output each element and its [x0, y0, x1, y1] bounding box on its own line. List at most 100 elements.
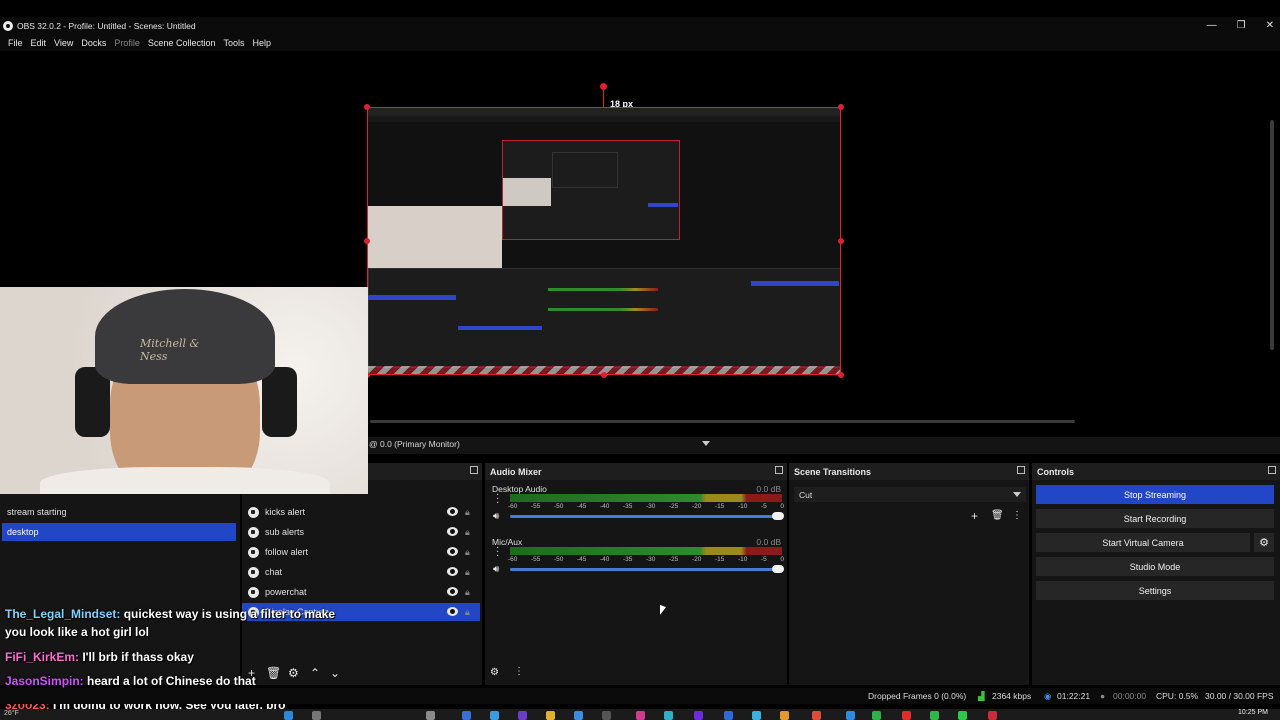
- resize-handle-left[interactable]: [364, 238, 370, 244]
- menu-docks[interactable]: Docks: [77, 38, 110, 48]
- app-icon[interactable]: [518, 711, 527, 720]
- source-row[interactable]: chat 🔒︎: [242, 563, 480, 581]
- xbox-icon[interactable]: [930, 711, 939, 720]
- menu-view[interactable]: View: [50, 38, 77, 48]
- start-icon[interactable]: [284, 711, 293, 720]
- fps: 30.00 / 30.00 FPS: [1205, 691, 1274, 701]
- menu-help[interactable]: Help: [248, 38, 275, 48]
- close-button[interactable]: ✕: [1266, 20, 1274, 31]
- resize-handle-right[interactable]: [838, 238, 844, 244]
- more-vertical-icon[interactable]: · · ·: [496, 490, 499, 508]
- trash-icon[interactable]: 🗑︎: [266, 667, 281, 679]
- app-icon[interactable]: [724, 711, 733, 720]
- source-row[interactable]: kicks alert 🔒︎: [242, 503, 480, 521]
- lock-icon[interactable]: 🔒︎: [465, 527, 473, 537]
- folder-icon[interactable]: [546, 711, 555, 720]
- app-icon[interactable]: [694, 711, 703, 720]
- start-virtual-camera-button[interactable]: Start Virtual Camera: [1036, 533, 1250, 552]
- volume-slider[interactable]: [510, 565, 784, 573]
- speaker-icon[interactable]: 🔊︎: [493, 564, 499, 575]
- dock-float-icon[interactable]: [775, 466, 783, 474]
- controls-header: Controls: [1032, 463, 1280, 480]
- menu-edit[interactable]: Edit: [27, 38, 51, 48]
- menu-profile[interactable]: Profile: [110, 38, 144, 48]
- monitor-select-value: @ 0.0 (Primary Monitor): [369, 439, 460, 449]
- more-vertical-icon[interactable]: · · ·: [496, 543, 499, 561]
- eye-icon[interactable]: [447, 607, 458, 616]
- settings-button[interactable]: Settings: [1036, 581, 1274, 600]
- search-icon[interactable]: [312, 711, 321, 720]
- transition-select-value: Cut: [799, 489, 813, 500]
- menu-file[interactable]: File: [4, 38, 27, 48]
- dock-float-icon[interactable]: [1017, 466, 1025, 474]
- resize-handle-tr[interactable]: [838, 104, 844, 110]
- studio-mode-button[interactable]: Studio Mode: [1036, 557, 1274, 576]
- mixer-channel-mic-aux: Mic/Aux 0.0 dB · · · -60 -55 -50 -45 -40 -35 -30…: [487, 537, 784, 585]
- minimize-button[interactable]: —: [1207, 20, 1217, 31]
- stop-streaming-button[interactable]: Stop Streaming: [1036, 485, 1274, 504]
- lock-icon[interactable]: 🔒︎: [465, 587, 473, 597]
- app-icon[interactable]: [846, 711, 855, 720]
- app-icon[interactable]: [602, 711, 611, 720]
- volume-meter: [510, 547, 782, 555]
- lock-icon[interactable]: 🔒︎: [465, 507, 473, 517]
- display-capture-source[interactable]: [367, 107, 841, 375]
- taskview-icon[interactable]: [426, 711, 435, 720]
- dock-float-icon[interactable]: [470, 466, 478, 474]
- trash-icon[interactable]: 🗑︎: [991, 510, 1004, 522]
- app-icon[interactable]: [872, 711, 881, 720]
- resize-handle-bottom[interactable]: [601, 372, 607, 378]
- eye-icon[interactable]: [447, 587, 458, 596]
- spotify-icon[interactable]: [958, 711, 967, 720]
- resize-handle-tl[interactable]: [364, 104, 370, 110]
- lock-icon[interactable]: 🔒︎: [465, 567, 473, 577]
- add-transition-icon[interactable]: +: [971, 510, 978, 522]
- app-icon[interactable]: [988, 711, 997, 720]
- monitor-select[interactable]: @ 0.0 (Primary Monitor): [369, 439, 714, 452]
- scene-item-selected[interactable]: desktop: [2, 523, 236, 541]
- scene-transitions-header: Scene Transitions: [789, 463, 1029, 480]
- app-icon[interactable]: [780, 711, 789, 720]
- resize-handle-br[interactable]: [838, 372, 844, 378]
- lock-icon[interactable]: 🔒︎: [465, 607, 473, 617]
- gear-icon[interactable]: ⚙︎: [1254, 533, 1274, 552]
- window-title: OBS 32.0.2 - Profile: Untitled - Scenes:…: [17, 20, 196, 31]
- volume-slider[interactable]: [510, 512, 784, 520]
- eye-icon[interactable]: [447, 507, 458, 516]
- source-row[interactable]: follow alert 🔒︎: [242, 543, 480, 561]
- menu-scene-collection[interactable]: Scene Collection: [144, 38, 220, 48]
- move-down-icon[interactable]: ⌄: [330, 667, 340, 679]
- chrome-icon[interactable]: [812, 711, 821, 720]
- preview-horizontal-scrollbar[interactable]: [370, 420, 1075, 423]
- lock-icon[interactable]: 🔒︎: [465, 547, 473, 557]
- speaker-icon[interactable]: 🔊︎: [493, 511, 499, 522]
- volume-meter: [510, 494, 782, 502]
- source-row[interactable]: powerchat 🔒︎: [242, 583, 480, 601]
- advanced-audio-icon[interactable]: ⚙︎: [490, 667, 499, 679]
- edge-icon[interactable]: [490, 711, 499, 720]
- dock-float-icon[interactable]: [1268, 466, 1276, 474]
- app-icon[interactable]: [636, 711, 645, 720]
- eye-icon[interactable]: [447, 547, 458, 556]
- app-icon[interactable]: [664, 711, 673, 720]
- app-icon[interactable]: [462, 711, 471, 720]
- obs-icon[interactable]: [902, 711, 911, 720]
- menu-tools[interactable]: Tools: [219, 38, 248, 48]
- move-up-icon[interactable]: ⌃: [310, 667, 320, 679]
- eye-icon[interactable]: [447, 567, 458, 576]
- eye-icon[interactable]: [447, 527, 458, 536]
- scene-item[interactable]: stream starting: [2, 503, 236, 521]
- more-vertical-icon[interactable]: ⋮: [514, 666, 524, 678]
- preview-vertical-scrollbar[interactable]: [1270, 120, 1274, 350]
- volume-slider-handle[interactable]: [772, 565, 784, 573]
- app-icon[interactable]: [574, 711, 583, 720]
- volume-slider-handle[interactable]: [772, 512, 784, 520]
- gear-icon[interactable]: ⚙︎: [288, 667, 299, 679]
- os-taskbar: 26°F 10:25 PM: [0, 709, 1280, 720]
- source-row[interactable]: sub alerts 🔒︎: [242, 523, 480, 541]
- app-icon[interactable]: [752, 711, 761, 720]
- transition-select[interactable]: Cut: [794, 487, 1026, 502]
- more-vertical-icon[interactable]: ⋮: [1012, 510, 1022, 522]
- maximize-button[interactable]: ❐: [1237, 20, 1246, 31]
- start-recording-button[interactable]: Start Recording: [1036, 509, 1274, 528]
